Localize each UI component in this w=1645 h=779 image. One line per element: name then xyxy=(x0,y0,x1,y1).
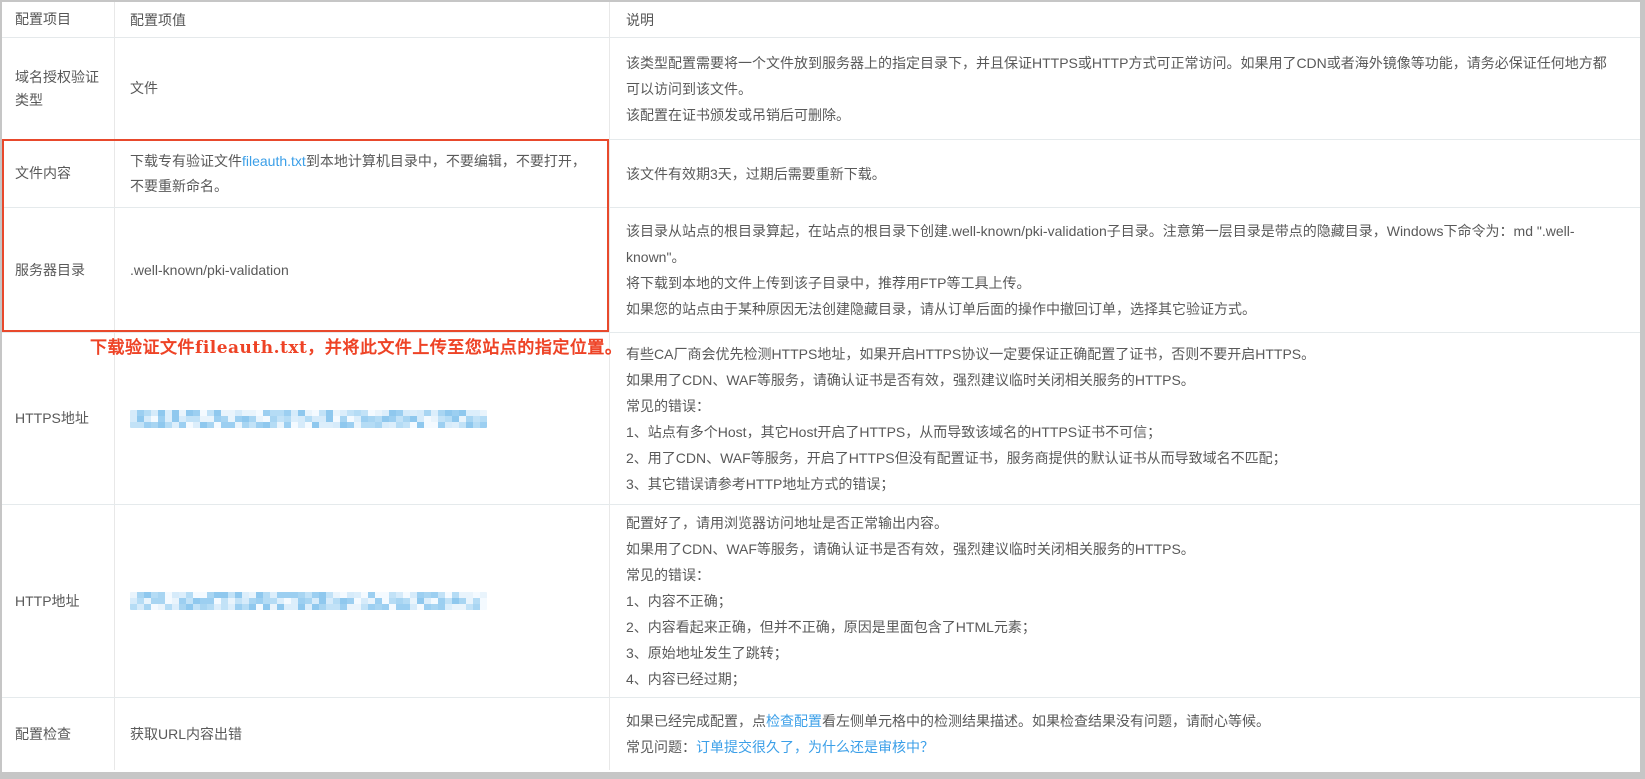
ssl-file-verification-table: 配置项目 配置项值 说明 域名授权验证类型 文件 该类型配置需要将一个文件放到服务器… xyxy=(2,2,1640,772)
text-segment: 该文件有效期3天，过期后需要重新下载。 xyxy=(626,166,886,182)
desc-line: 如果已经完成配置，点检查配置看左侧单元格中的检测结果描述。如果检查结果没有问题，… xyxy=(626,708,1618,734)
text-segment: 1、站点有多个Host，其它Host开启了HTTPS，从而导致该域名的HTTPS… xyxy=(626,424,1161,440)
row-value-text: 文件 xyxy=(130,76,158,101)
row-label-http-address: HTTP地址 xyxy=(2,505,115,697)
desc-line: 有些CA厂商会优先检测HTTPS地址，如果开启HTTPS协议一定要保证正确配置了… xyxy=(626,341,1618,367)
text-segment: 看左侧单元格中的检测结果描述。如果检查结果没有问题，请耐心等候。 xyxy=(822,713,1270,729)
table-header-row: 配置项目 配置项值 说明 xyxy=(2,2,1640,38)
row-label-file-content: 文件内容 xyxy=(2,140,115,207)
col-header-config-value: 配置项值 xyxy=(115,2,610,37)
row-label-server-directory: 服务器目录 xyxy=(2,208,115,332)
col-header-description: 说明 xyxy=(610,2,1640,37)
text-segment: 该类型配置需要将一个文件放到服务器上的指定目录下，并且保证HTTPS或HTTP方… xyxy=(626,55,1607,97)
row-desc-domain-auth-type: 该类型配置需要将一个文件放到服务器上的指定目录下，并且保证HTTPS或HTTP方… xyxy=(610,38,1640,139)
desc-line: 3、原始地址发生了跳转； xyxy=(626,640,1618,666)
row-label-text: 文件内容 xyxy=(15,162,71,185)
row-value-config-check: 获取URL内容出错 xyxy=(115,698,610,770)
col-header-description-label: 说明 xyxy=(626,10,1618,30)
desc-line: 常见问题：订单提交很久了，为什么还是审核中？ xyxy=(626,734,1618,760)
text-segment: 3、原始地址发生了跳转； xyxy=(626,645,788,661)
text-segment: 1、内容不正确； xyxy=(626,593,732,609)
text-segment: 获取URL内容出错 xyxy=(130,726,242,742)
text-segment: 配置好了，请用浏览器访问地址是否正常输出内容。 xyxy=(626,515,948,531)
text-segment: 有些CA厂商会优先检测HTTPS地址，如果开启HTTPS协议一定要保证正确配置了… xyxy=(626,346,1315,362)
text-segment: .well-known/pki-validation xyxy=(130,262,289,278)
https-address-redacted-url[interactable] xyxy=(130,410,487,428)
row-label-https-address: HTTPS地址 xyxy=(2,333,115,504)
text-segment: 如果用了CDN、WAF等服务，请确认证书是否有效，强烈建议临时关闭相关服务的HT… xyxy=(626,541,1195,557)
http-address-redacted-url[interactable] xyxy=(130,592,487,610)
text-segment: 下载专有验证文件 xyxy=(130,153,242,169)
desc-line: 2、内容看起来正确，但并不正确，原因是里面包含了HTML元素； xyxy=(626,614,1618,640)
row-value-domain-auth-type: 文件 xyxy=(115,38,610,139)
row-label-text: 域名授权验证类型 xyxy=(15,66,101,112)
check-config-link[interactable]: 检查配置 xyxy=(766,713,822,729)
desc-line: 2、用了CDN、WAF等服务，开启了HTTPS但没有配置证书，服务商提供的默认证… xyxy=(626,445,1618,471)
text-segment: 该目录从站点的根目录算起，在站点的根目录下创建.well-known/pki-v… xyxy=(626,223,1575,265)
text-segment: 2、内容看起来正确，但并不正确，原因是里面包含了HTML元素； xyxy=(626,619,1036,635)
desc-line: 将下载到本地的文件上传到该子目录中，推荐用FTP等工具上传。 xyxy=(626,270,1618,296)
desc-line: 配置好了，请用浏览器访问地址是否正常输出内容。 xyxy=(626,510,1618,536)
table-body: 域名授权验证类型 文件 该类型配置需要将一个文件放到服务器上的指定目录下，并且保证H… xyxy=(2,38,1640,770)
text-segment: 将下载到本地的文件上传到该子目录中，推荐用FTP等工具上传。 xyxy=(626,275,1030,291)
desc-line: 1、站点有多个Host，其它Host开启了HTTPS，从而导致该域名的HTTPS… xyxy=(626,419,1618,445)
row-label-text: HTTP地址 xyxy=(15,590,80,613)
text-segment: 如果用了CDN、WAF等服务，请确认证书是否有效，强烈建议临时关闭相关服务的HT… xyxy=(626,372,1195,388)
table-row-domain-auth-type: 域名授权验证类型 文件 该类型配置需要将一个文件放到服务器上的指定目录下，并且保证H… xyxy=(2,38,1640,140)
text-segment: 如果您的站点由于某种原因无法创建隐藏目录，请从订单后面的操作中撤回订单，选择其它… xyxy=(626,301,1256,317)
row-label-text: 服务器目录 xyxy=(15,259,85,282)
text-segment: 4、内容已经过期； xyxy=(626,671,746,687)
page-frame: 配置项目 配置项值 说明 域名授权验证类型 文件 该类型配置需要将一个文件放到服务器… xyxy=(0,0,1645,779)
row-value-text: .well-known/pki-validation xyxy=(130,258,289,283)
desc-line: 如果您的站点由于某种原因无法创建隐藏目录，请从订单后面的操作中撤回订单，选择其它… xyxy=(626,296,1618,322)
desc-line: 1、内容不正确； xyxy=(626,588,1618,614)
row-value-http-address xyxy=(115,505,610,697)
desc-line: 该文件有效期3天，过期后需要重新下载。 xyxy=(626,161,1618,187)
row-value-https-address xyxy=(115,333,610,504)
desc-line: 常见的错误： xyxy=(626,562,1618,588)
text-segment: 文件 xyxy=(130,80,158,96)
desc-line: 该类型配置需要将一个文件放到服务器上的指定目录下，并且保证HTTPS或HTTP方… xyxy=(626,50,1618,102)
desc-line: 如果用了CDN、WAF等服务，请确认证书是否有效，强烈建议临时关闭相关服务的HT… xyxy=(626,367,1618,393)
table-row-server-directory: 服务器目录 .well-known/pki-validation 该目录从站点的根目… xyxy=(2,208,1640,333)
row-desc-file-content: 该文件有效期3天，过期后需要重新下载。 xyxy=(610,140,1640,207)
desc-line: 如果用了CDN、WAF等服务，请确认证书是否有效，强烈建议临时关闭相关服务的HT… xyxy=(626,536,1618,562)
row-label-domain-auth-type: 域名授权验证类型 xyxy=(2,38,115,139)
text-segment: 如果已经完成配置，点 xyxy=(626,713,766,729)
row-desc-http-address: 配置好了，请用浏览器访问地址是否正常输出内容。如果用了CDN、WAF等服务，请确… xyxy=(610,505,1640,697)
row-label-text: 配置检查 xyxy=(15,723,71,746)
row-label-config-check: 配置检查 xyxy=(2,698,115,770)
text-segment: 常见问题： xyxy=(626,739,696,755)
text-segment: 3、其它错误请参考HTTP地址方式的错误； xyxy=(626,476,894,492)
desc-line: 常见的错误： xyxy=(626,393,1618,419)
row-value-file-content: 下载专有验证文件fileauth.txt到本地计算机目录中，不要编辑，不要打开，… xyxy=(115,140,610,207)
desc-line: 该配置在证书颁发或吊销后可删除。 xyxy=(626,102,1618,128)
row-value-text: 获取URL内容出错 xyxy=(130,722,242,747)
table-row-https-address: HTTPS地址 有些CA厂商会优先检测HTTPS地址，如果开启HTTPS协议一定要… xyxy=(2,333,1640,505)
row-value-server-directory: .well-known/pki-validation xyxy=(115,208,610,332)
col-header-config-item: 配置项目 xyxy=(2,2,115,37)
col-header-config-value-label: 配置项值 xyxy=(130,10,186,30)
row-desc-server-directory: 该目录从站点的根目录算起，在站点的根目录下创建.well-known/pki-v… xyxy=(610,208,1640,332)
row-desc-https-address: 有些CA厂商会优先检测HTTPS地址，如果开启HTTPS协议一定要保证正确配置了… xyxy=(610,333,1640,504)
text-segment: 2、用了CDN、WAF等服务，开启了HTTPS但没有配置证书，服务商提供的默认证… xyxy=(626,450,1287,466)
row-value-text: 下载专有验证文件fileauth.txt到本地计算机目录中，不要编辑，不要打开，… xyxy=(130,149,594,199)
table-row-file-content: 文件内容 下载专有验证文件fileauth.txt到本地计算机目录中，不要编辑，不… xyxy=(2,140,1640,208)
text-segment: 常见的错误： xyxy=(626,398,710,414)
faq-order-pending-link[interactable]: 订单提交很久了，为什么还是审核中？ xyxy=(696,739,934,755)
desc-line: 4、内容已经过期； xyxy=(626,666,1618,692)
col-header-config-item-label: 配置项目 xyxy=(15,8,71,31)
desc-line: 该目录从站点的根目录算起，在站点的根目录下创建.well-known/pki-v… xyxy=(626,218,1618,270)
row-desc-config-check: 如果已经完成配置，点检查配置看左侧单元格中的检测结果描述。如果检查结果没有问题，… xyxy=(610,698,1640,770)
desc-line: 3、其它错误请参考HTTP地址方式的错误； xyxy=(626,471,1618,497)
fileauth-download-link[interactable]: fileauth.txt xyxy=(242,153,306,169)
table-row-http-address: HTTP地址 配置好了，请用浏览器访问地址是否正常输出内容。如果用了CDN、WAF… xyxy=(2,505,1640,698)
table-row-config-check: 配置检查 获取URL内容出错 如果已经完成配置，点检查配置看左侧单元格中的检测结果描… xyxy=(2,698,1640,770)
row-label-text: HTTPS地址 xyxy=(15,407,89,430)
text-segment: 该配置在证书颁发或吊销后可删除。 xyxy=(626,107,850,123)
text-segment: 常见的错误： xyxy=(626,567,710,583)
